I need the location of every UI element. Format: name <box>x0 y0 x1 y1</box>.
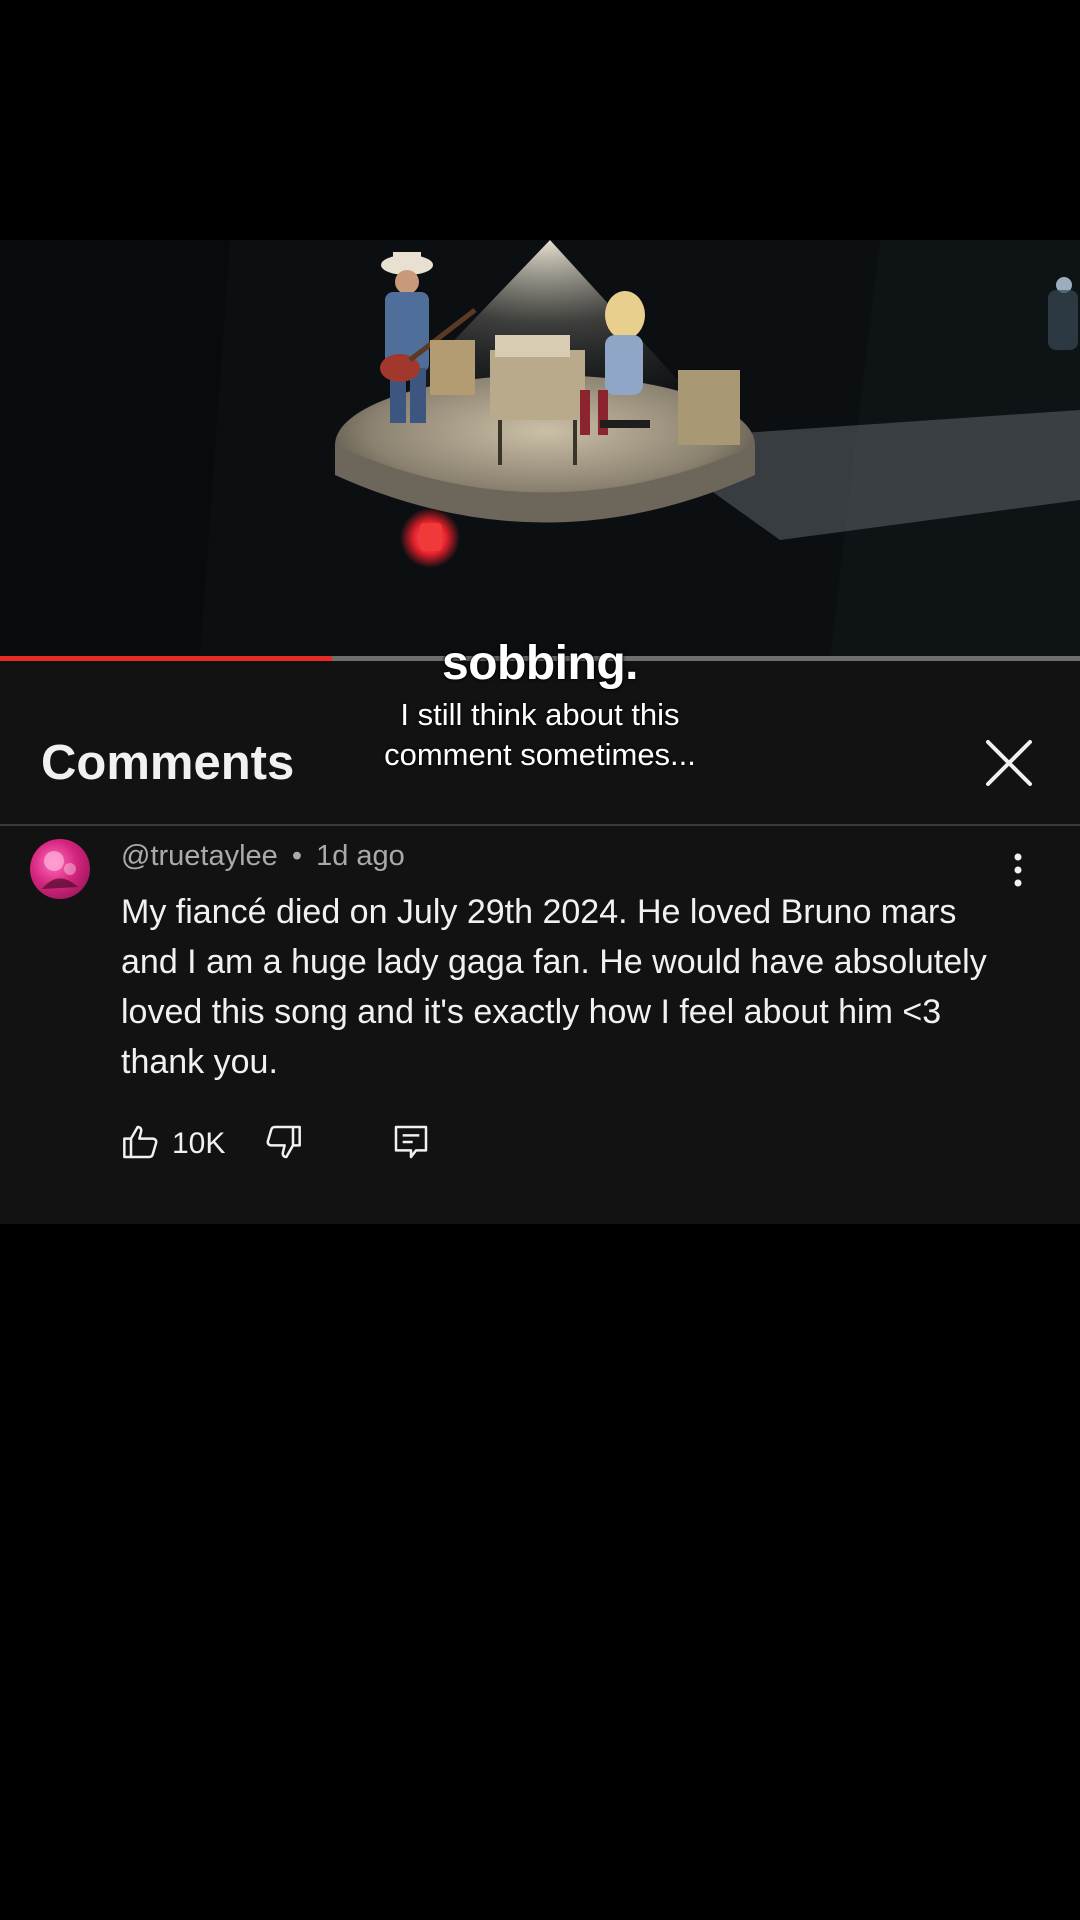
like-count: 10K <box>172 1127 226 1160</box>
comment-text: My fiancé died on July 29th 2024. He lov… <box>121 893 987 1081</box>
more-vert-icon <box>1014 853 1022 887</box>
video-player[interactable] <box>0 240 1080 658</box>
comment-meta: @truetaylee • 1d ago <box>121 840 405 873</box>
like-button[interactable] <box>121 1122 161 1166</box>
avatar-image <box>42 851 78 889</box>
divider <box>0 824 1080 826</box>
meta-separator: • <box>291 840 303 872</box>
screen: Comments @truetaylee • 1d ago My fiancé … <box>0 0 1080 1920</box>
comment-author[interactable]: @truetaylee <box>121 840 278 872</box>
overlay-caption-line-1: I still think about this <box>400 697 680 732</box>
dislike-button[interactable] <box>263 1122 303 1166</box>
reply-button[interactable] <box>391 1122 431 1166</box>
video-frame-scene <box>0 240 1080 658</box>
overlay-caption-title: sobbing. <box>442 637 638 690</box>
avatar[interactable] <box>30 839 90 899</box>
thumbs-down-icon <box>266 1125 301 1159</box>
reply-icon <box>394 1125 428 1159</box>
comment-time: 1d ago <box>316 840 405 872</box>
thumbs-up-icon <box>123 1125 158 1159</box>
overlay-caption-line-2: comment sometimes... <box>384 737 696 772</box>
comment-options-button[interactable] <box>1006 852 1030 888</box>
